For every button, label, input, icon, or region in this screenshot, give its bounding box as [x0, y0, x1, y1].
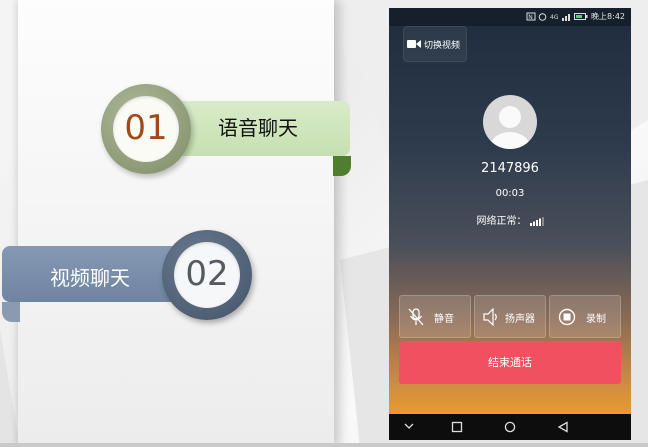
- navigation-bar: [389, 414, 631, 440]
- switch-video-button[interactable]: 切换视频: [403, 26, 467, 62]
- alarm-icon: [539, 13, 547, 21]
- step-1-label: 语音聊天: [218, 116, 298, 140]
- mute-label: 静音: [434, 314, 454, 325]
- mute-button[interactable]: 静音: [399, 295, 471, 338]
- call-timer: 00:03: [495, 188, 525, 199]
- caller-avatar: [483, 95, 537, 149]
- end-call-button[interactable]: 结束通话: [399, 341, 621, 384]
- nfc-icon: N: [526, 12, 536, 21]
- network-status-text: 网络正常：: [476, 216, 527, 227]
- step-2-number: 02: [185, 254, 229, 294]
- video-camera-icon: [407, 40, 421, 48]
- default-avatar-icon: [490, 106, 530, 149]
- step-1-number: 01: [124, 108, 168, 148]
- circle-icon[interactable]: [504, 421, 516, 433]
- signal-icon: 4G: [550, 14, 570, 21]
- network-signal-icon: [529, 216, 544, 226]
- record-button[interactable]: 录制: [549, 295, 621, 338]
- status-time: 晚上8:42: [591, 12, 625, 21]
- bottom-strip: [0, 443, 648, 447]
- svg-text:N: N: [528, 14, 533, 21]
- battery-icon: [574, 13, 588, 20]
- phone-screen: N 4G 晚上8:42 切换视频 2147896 00:03 网络正常： 静音 …: [389, 8, 631, 440]
- content-panel: [18, 0, 334, 447]
- switch-video-label: 切换视频: [424, 41, 461, 51]
- back-triangle-icon[interactable]: [557, 421, 569, 433]
- chevron-down-icon[interactable]: [403, 421, 415, 431]
- status-icons: N 4G 晚上8:42: [526, 11, 625, 22]
- record-label: 录制: [586, 314, 606, 325]
- speaker-icon: [483, 308, 497, 326]
- record-icon: [558, 308, 576, 326]
- status-bar: N 4G 晚上8:42: [389, 8, 631, 26]
- network-status: 网络正常：: [389, 212, 631, 227]
- step-2-ribbon-fold: [2, 302, 20, 322]
- speaker-label: 扬声器: [505, 314, 535, 325]
- speaker-button[interactable]: 扬声器: [474, 295, 546, 338]
- home-square-icon[interactable]: [451, 421, 463, 433]
- caller-number: 2147896: [481, 161, 539, 176]
- microphone-off-icon: [408, 308, 424, 326]
- step-2-label: 视频聊天: [50, 266, 130, 290]
- svg-text:4G: 4G: [550, 14, 559, 21]
